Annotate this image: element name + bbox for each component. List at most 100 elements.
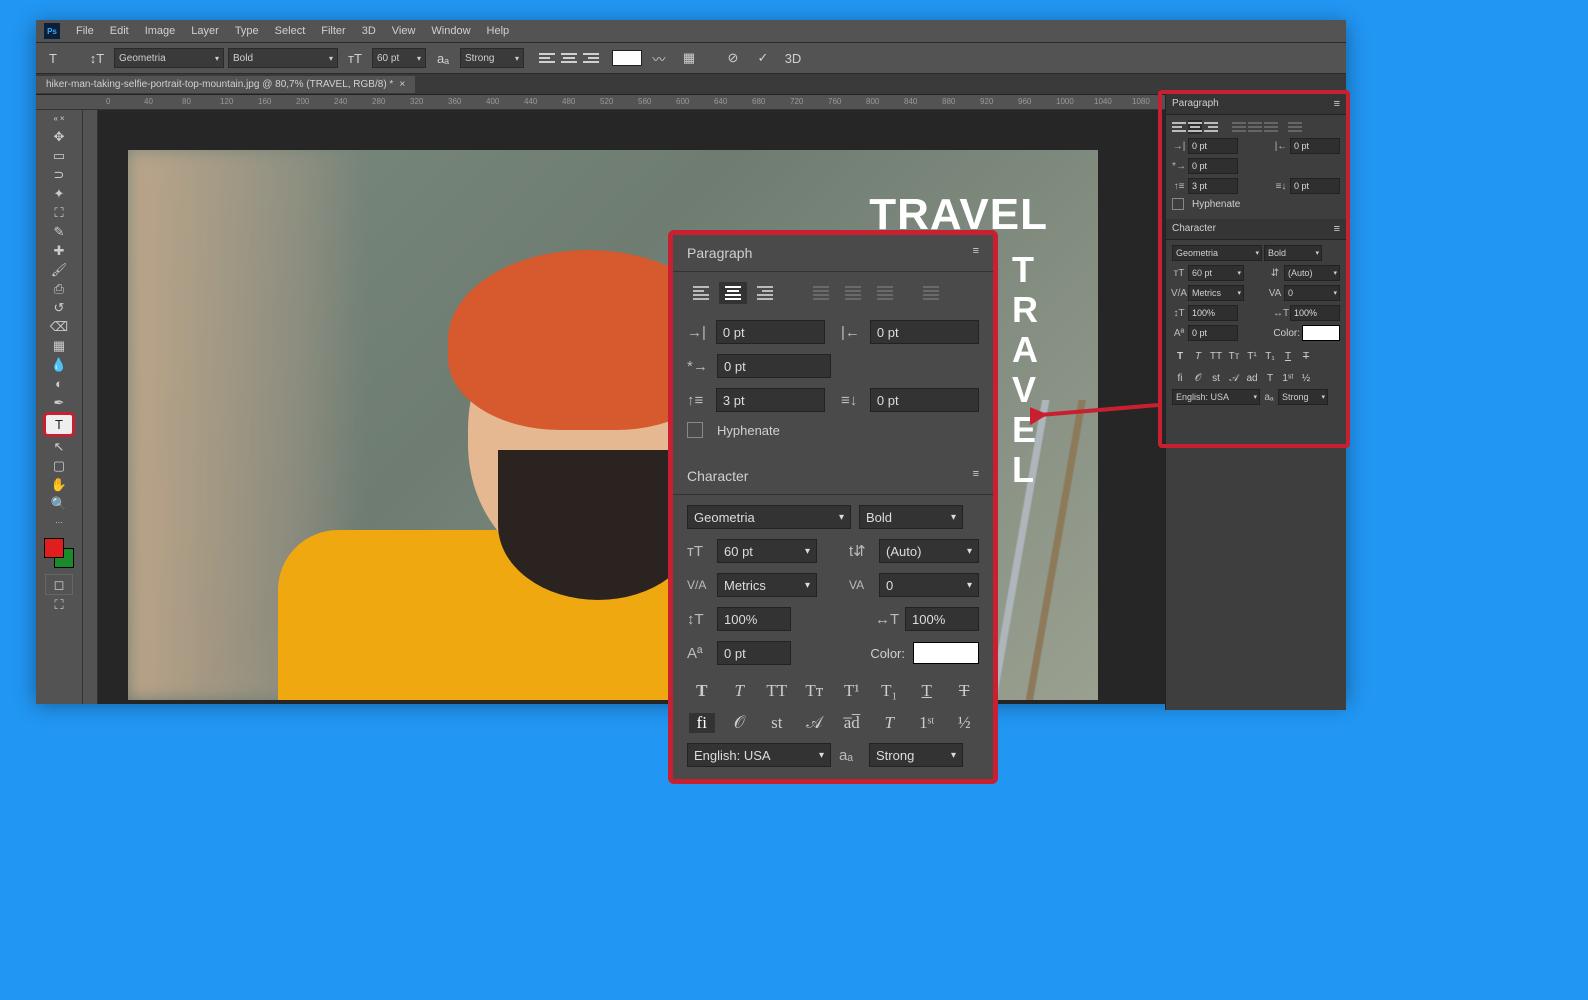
3d-icon[interactable]: 3D xyxy=(780,47,806,69)
allcaps-btn-big[interactable]: TT xyxy=(764,681,790,701)
justify-last-left-sm[interactable] xyxy=(1232,120,1246,134)
wand-tool[interactable]: ✦ xyxy=(46,184,72,203)
fractions-st-btn-sm[interactable]: 1ˢᵗ xyxy=(1280,370,1296,386)
align-center-btn-sm[interactable] xyxy=(1188,120,1202,134)
menu-image[interactable]: Image xyxy=(137,21,184,41)
fractions-btn-sm[interactable]: ½ xyxy=(1298,370,1314,386)
gradient-tool[interactable]: ▦ xyxy=(46,336,72,355)
text-color-swatch-big[interactable] xyxy=(913,642,979,664)
menu-select[interactable]: Select xyxy=(267,21,314,41)
align-left-btn-big[interactable] xyxy=(687,282,715,304)
bold-btn-sm[interactable]: T xyxy=(1172,348,1188,364)
language-dropdown-big[interactable]: English: USA xyxy=(687,743,831,767)
menu-3d[interactable]: 3D xyxy=(354,21,384,41)
italic-btn-sm[interactable]: T xyxy=(1190,348,1206,364)
blur-tool[interactable]: 💧 xyxy=(46,355,72,374)
warp-text-icon[interactable]: 〰 xyxy=(646,47,672,69)
hscale-input-big[interactable]: 100% xyxy=(905,607,979,631)
menu-filter[interactable]: Filter xyxy=(313,21,353,41)
panel-menu-icon[interactable]: ≡ xyxy=(1334,98,1340,110)
indent-right-input-big[interactable]: 0 pt xyxy=(870,320,979,344)
eraser-tool[interactable]: ⌫ xyxy=(46,317,72,336)
justify-last-center-sm[interactable] xyxy=(1248,120,1262,134)
align-right-button[interactable] xyxy=(582,49,600,67)
font-size-dropdown[interactable]: 60 pt xyxy=(372,48,426,68)
smallcaps-btn-sm[interactable]: Tᴛ xyxy=(1226,348,1242,364)
panel-menu-icon-2[interactable]: ≡ xyxy=(1334,223,1340,235)
justify-last-right-big[interactable] xyxy=(871,282,899,304)
stamp-tool[interactable]: ⎙ xyxy=(46,279,72,298)
marquee-tool[interactable]: ▭ xyxy=(46,146,72,165)
text-travel-vertical[interactable]: TRAVEL xyxy=(1012,250,1038,490)
menu-type[interactable]: Type xyxy=(227,21,267,41)
subscript-btn-sm[interactable]: T₁ xyxy=(1262,348,1278,364)
text-orientation-toggle[interactable]: ↕T xyxy=(84,47,110,69)
hyphenate-checkbox-sm[interactable] xyxy=(1172,198,1184,210)
zoom-tool[interactable]: 🔍 xyxy=(46,494,72,513)
align-right-btn-big[interactable] xyxy=(751,282,779,304)
type-tool[interactable]: T xyxy=(43,412,75,437)
menu-file[interactable]: File xyxy=(68,21,102,41)
titling-btn-sm[interactable]: ad xyxy=(1244,370,1260,386)
tracking-dropdown-big[interactable]: 0 xyxy=(879,573,979,597)
text-color-swatch-sm[interactable] xyxy=(1302,325,1340,341)
lasso-tool[interactable]: ⊃ xyxy=(46,165,72,184)
underline-btn-big[interactable]: T xyxy=(914,681,940,701)
hand-tool[interactable]: ✋ xyxy=(46,475,72,494)
font-family-dropdown[interactable]: Geometria xyxy=(114,48,224,68)
move-tool[interactable]: ✥ xyxy=(46,127,72,146)
smallcaps-btn-big[interactable]: Tᴛ xyxy=(801,681,827,701)
superscript-btn-big[interactable]: T¹ xyxy=(839,681,865,701)
float-character-header[interactable]: Character ≡ xyxy=(673,458,993,495)
swash-btn-sm[interactable]: 𝒜 xyxy=(1226,370,1242,386)
titling-btn-big[interactable]: a̅d̅ xyxy=(839,713,865,733)
crop-tool[interactable]: ⛶ xyxy=(46,203,72,222)
align-center-btn-big[interactable] xyxy=(719,282,747,304)
hscale-input-sm[interactable]: 100% xyxy=(1290,305,1340,321)
ligatures-btn-sm[interactable]: fi xyxy=(1172,370,1188,386)
history-brush-tool[interactable]: ↺ xyxy=(46,298,72,317)
menu-edit[interactable]: Edit xyxy=(102,21,137,41)
eyedropper-tool[interactable]: ✎ xyxy=(46,222,72,241)
float-paragraph-header[interactable]: Paragraph ≡ xyxy=(673,235,993,272)
align-left-button[interactable] xyxy=(538,49,556,67)
commit-icon[interactable]: ✓ xyxy=(750,47,776,69)
font-weight-dropdown-sm[interactable]: Bold xyxy=(1264,245,1322,261)
shape-tool[interactable]: ▢ xyxy=(46,456,72,475)
font-size-dropdown-sm[interactable]: 60 pt xyxy=(1188,265,1244,281)
aa-dropdown-big[interactable]: Strong xyxy=(869,743,963,767)
italic-btn-big[interactable]: T xyxy=(726,681,752,701)
kerning-dropdown-sm[interactable]: Metrics xyxy=(1188,285,1244,301)
vscale-input-sm[interactable]: 100% xyxy=(1188,305,1238,321)
tool-more[interactable]: ⋯ xyxy=(46,513,72,532)
healing-tool[interactable]: ✚ xyxy=(46,241,72,260)
menu-help[interactable]: Help xyxy=(479,21,518,41)
hyphenate-checkbox-big[interactable] xyxy=(687,422,703,438)
font-family-dropdown-sm[interactable]: Geometria xyxy=(1172,245,1262,261)
text-color-swatch[interactable] xyxy=(612,50,642,66)
dodge-tool[interactable]: ◐ xyxy=(46,374,72,393)
indent-right-input-sm[interactable]: 0 pt xyxy=(1290,138,1340,154)
ordinals-btn-big[interactable]: 1ˢᵗ xyxy=(914,713,940,733)
underline-btn-sm[interactable]: T xyxy=(1280,348,1296,364)
paragraph-panel-header[interactable]: Paragraph ≡ xyxy=(1166,94,1346,115)
ligatures-btn-big[interactable]: fi xyxy=(689,713,715,733)
brush-tool[interactable]: 🖌 xyxy=(46,260,72,279)
foreground-color-swatch[interactable] xyxy=(44,538,64,558)
antialias-dropdown[interactable]: Strong xyxy=(460,48,524,68)
font-weight-dropdown-big[interactable]: Bold xyxy=(859,505,963,529)
allcaps-btn-sm[interactable]: TT xyxy=(1208,348,1224,364)
subscript-btn-big[interactable]: T₁ xyxy=(876,681,902,701)
quick-mask-toggle[interactable]: ◻ xyxy=(45,574,73,595)
font-size-dropdown-big[interactable]: 60 pt xyxy=(717,539,817,563)
menu-window[interactable]: Window xyxy=(423,21,478,41)
language-dropdown-sm[interactable]: English: USA xyxy=(1172,389,1260,405)
leading-dropdown-big[interactable]: (Auto) xyxy=(879,539,979,563)
justify-last-left-big[interactable] xyxy=(807,282,835,304)
tracking-dropdown-sm[interactable]: 0 xyxy=(1284,285,1340,301)
float-char-menu-icon[interactable]: ≡ xyxy=(973,468,979,484)
ordinals-btn-sm[interactable]: T xyxy=(1262,370,1278,386)
path-tool[interactable]: ↖ xyxy=(46,437,72,456)
color-picker[interactable] xyxy=(44,538,74,568)
menu-view[interactable]: View xyxy=(384,21,424,41)
